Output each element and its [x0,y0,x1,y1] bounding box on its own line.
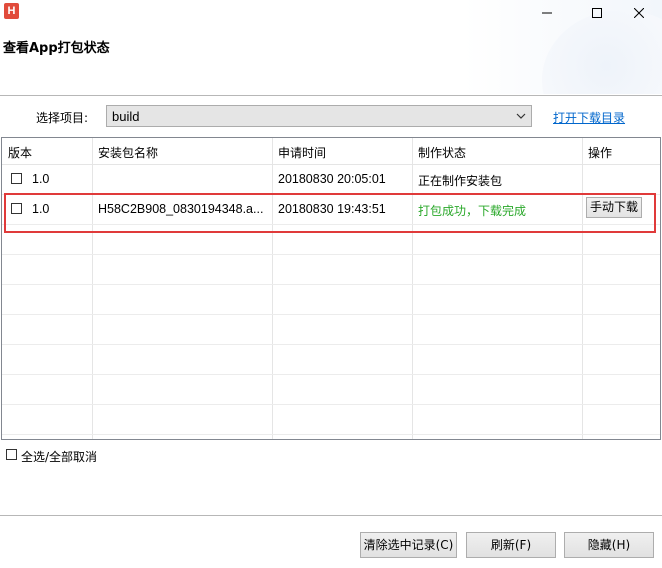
title-bar: H [0,0,662,26]
header-divider [0,95,662,96]
table-row-empty [2,344,660,375]
clear-selected-button[interactable]: 清除选中记录(C) [360,532,457,558]
close-button[interactable] [616,0,662,26]
hide-button[interactable]: 隐藏(H) [564,532,654,558]
column-header-action[interactable]: 操作 [588,144,612,161]
table-header: 版本 安装包名称 申请时间 制作状态 操作 [2,138,660,165]
table-row-empty [2,284,660,315]
app-logo-icon: H [4,3,19,19]
table-row[interactable]: 1.0 20180830 20:05:01 正在制作安装包 [2,164,660,195]
package-table: 版本 安装包名称 申请时间 制作状态 操作 1.0 20180830 20:05… [1,137,661,440]
table-row-empty [2,314,660,345]
select-all-label[interactable]: 全选/全部取消 [21,448,97,465]
column-header-package[interactable]: 安装包名称 [98,144,158,161]
column-header-status[interactable]: 制作状态 [418,144,466,161]
row-checkbox[interactable] [11,173,22,184]
column-header-time[interactable]: 申请时间 [278,144,326,161]
table-row-empty [2,254,660,285]
project-label: 选择项目: [36,111,89,125]
table-row-empty [2,374,660,405]
close-icon [634,8,644,18]
project-select[interactable]: build [106,105,532,127]
cell-status: 正在制作安装包 [418,174,503,188]
project-select-value: build [112,109,140,124]
column-header-version[interactable]: 版本 [8,144,32,161]
open-download-dir-link[interactable]: 打开下载目录 [553,109,625,126]
cell-time: 20180830 20:05:01 [278,172,386,186]
footer-divider [0,515,662,516]
dialog-title: 查看App打包状态 [3,41,110,56]
minimize-icon [542,12,552,14]
select-all-checkbox[interactable] [6,449,17,460]
minimize-button[interactable] [524,0,570,26]
cell-version: 1.0 [32,172,50,186]
table-row-empty [2,404,660,435]
maximize-icon [592,8,602,18]
refresh-button[interactable]: 刷新(F) [466,532,556,558]
highlight-box [4,193,656,233]
chevron-down-icon [516,113,526,119]
maximize-button[interactable] [574,0,620,26]
